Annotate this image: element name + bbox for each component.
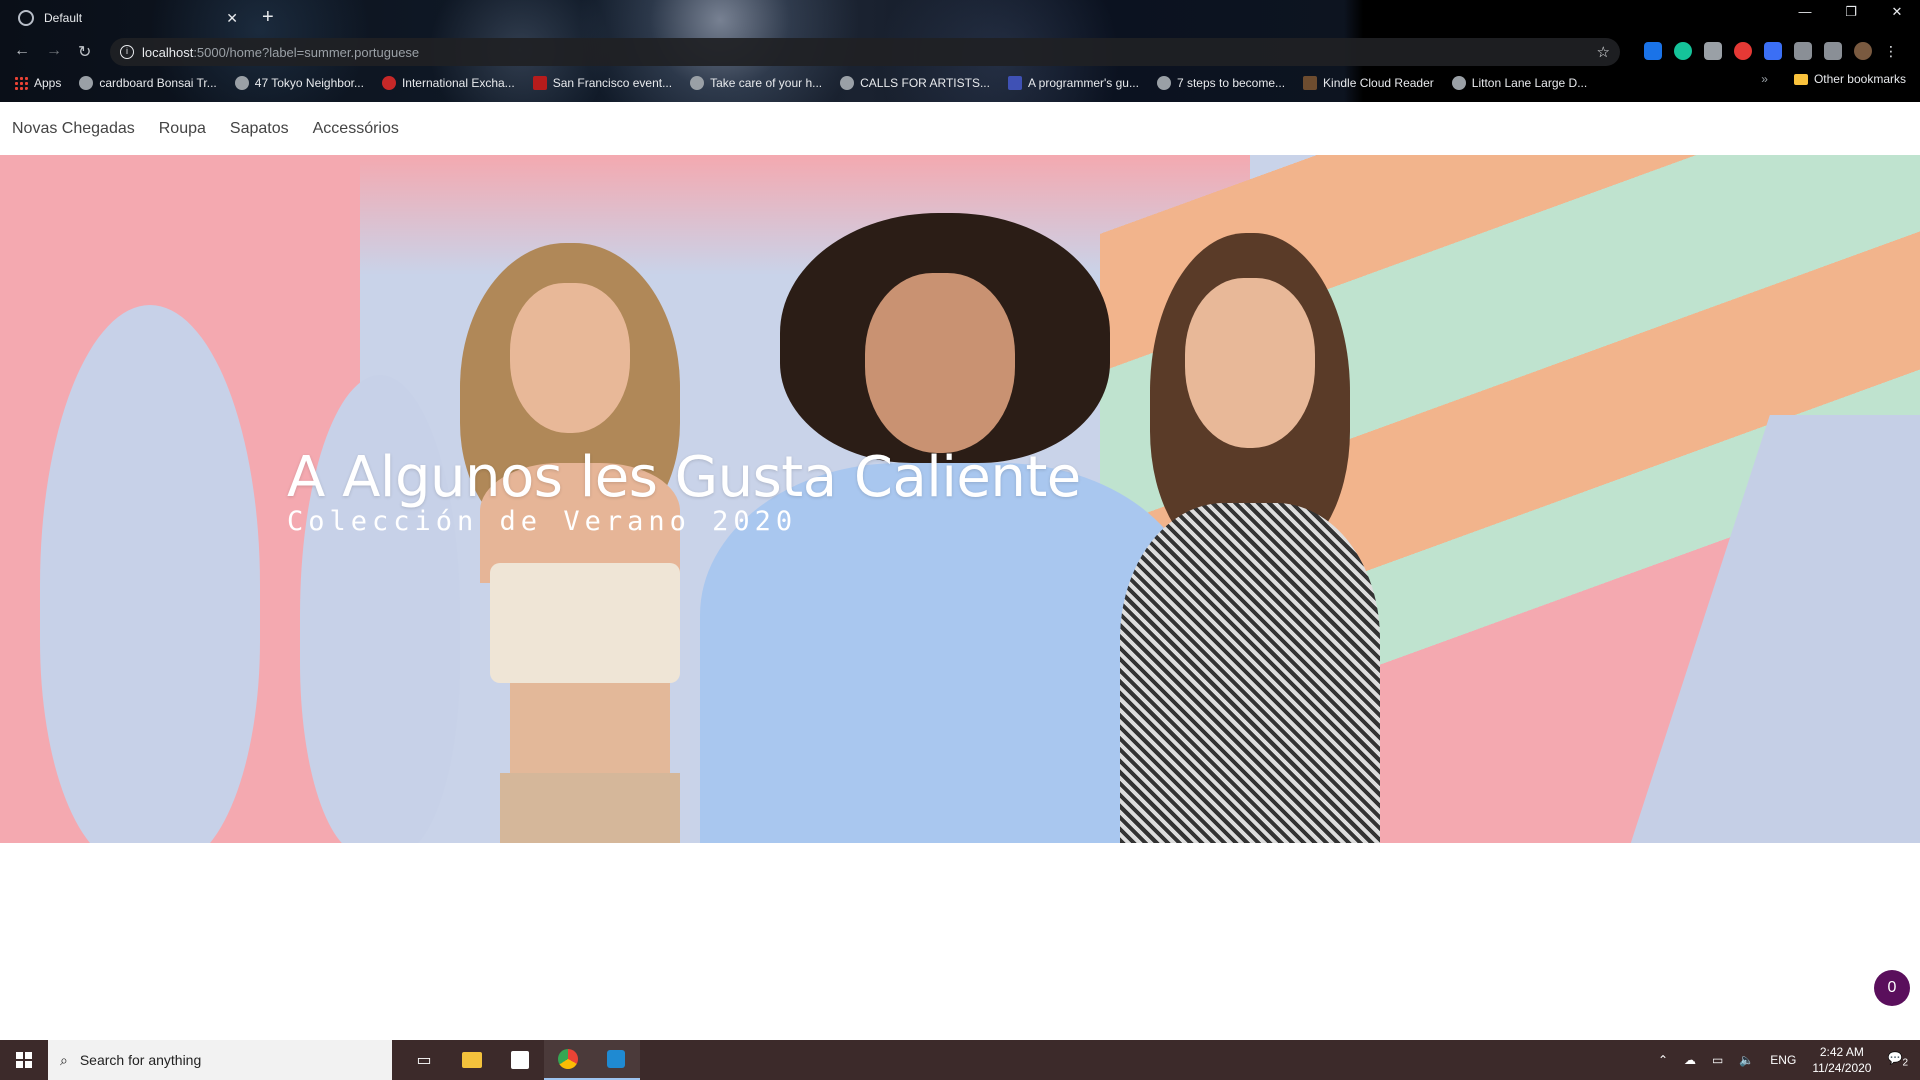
url-host: localhost xyxy=(142,44,194,60)
bookmark-favicon-icon xyxy=(532,76,547,90)
chevron-up-icon[interactable]: ⌃ xyxy=(1658,1053,1668,1067)
hero-banner: A Algunos les Gusta Caliente Colección d… xyxy=(0,155,1920,843)
bookmark-item[interactable]: 47 Tokyo Neighbor... xyxy=(234,76,364,90)
hero-title: A Algunos les Gusta Caliente xyxy=(287,445,1081,510)
site-info-icon[interactable]: i xyxy=(120,45,134,59)
bookmark-item[interactable]: International Excha... xyxy=(381,76,515,90)
bookmark-item[interactable]: A programmer's gu... xyxy=(1007,76,1139,90)
notification-count: 2 xyxy=(1902,1057,1908,1069)
nav-item-roupa[interactable]: Roupa xyxy=(159,120,206,138)
tab-close-icon[interactable]: ✕ xyxy=(226,10,238,27)
globe-icon xyxy=(234,76,249,90)
minimize-icon[interactable]: — xyxy=(1782,4,1828,20)
reading-list-icon[interactable] xyxy=(1824,42,1842,60)
bookmarks-bar: Apps cardboard Bonsai Tr... 47 Tokyo Nei… xyxy=(0,72,1920,94)
menu-icon[interactable]: ⋮ xyxy=(1884,43,1898,60)
store-icon[interactable] xyxy=(496,1040,544,1080)
extension-icon[interactable] xyxy=(1704,42,1722,60)
hero-model-right xyxy=(1100,203,1420,843)
apps-grid-icon xyxy=(14,76,28,90)
bookmark-item[interactable]: Take care of your h... xyxy=(690,76,822,90)
taskbar-search-placeholder: Search for anything xyxy=(79,1052,202,1068)
other-bookmarks[interactable]: » Other bookmarks xyxy=(1761,72,1906,86)
bookmark-star-icon[interactable]: ☆ xyxy=(1597,43,1610,61)
clock-date: 11/24/2020 xyxy=(1812,1061,1872,1075)
browser-toolbar: ← → ↻ i localhost :5000/home?label=summe… xyxy=(0,38,1920,66)
windows-logo-icon xyxy=(16,1052,32,1068)
window-controls: — ❐ ✕ xyxy=(1782,4,1920,20)
restore-icon[interactable]: ❐ xyxy=(1828,4,1874,20)
clock[interactable]: 2:42 AM 11/24/2020 xyxy=(1812,1044,1871,1076)
url-path: :5000/home?label=summer.portuguese xyxy=(193,44,420,60)
globe-icon xyxy=(690,76,705,90)
hero-text: A Algunos les Gusta Caliente Colección d… xyxy=(287,445,1081,537)
extensions-area: ⋮ xyxy=(1644,42,1898,60)
file-explorer-icon[interactable] xyxy=(448,1040,496,1080)
start-button[interactable] xyxy=(0,1040,48,1080)
tab-strip: Default ✕ + — ❐ ✕ xyxy=(0,0,1920,34)
system-tray: ⌃ ☁ ▭ 🔈 ENG 2:42 AM 11/24/2020 💬2 xyxy=(1658,1044,1920,1076)
address-bar[interactable]: i localhost :5000/home?label=summer.port… xyxy=(110,38,1620,66)
bookmark-favicon-icon xyxy=(1007,76,1022,90)
bookmark-item[interactable]: Litton Lane Large D... xyxy=(1451,76,1587,90)
browser-chrome: Default ✕ + — ❐ ✕ ← → ↻ i localhost :500… xyxy=(0,0,1920,102)
language-indicator[interactable]: ENG xyxy=(1770,1053,1796,1067)
nav-item-novas-chegadas[interactable]: Novas Chegadas xyxy=(12,120,135,138)
nav-item-sapatos[interactable]: Sapatos xyxy=(230,120,289,138)
kindle-icon xyxy=(1303,76,1318,90)
globe-icon xyxy=(79,76,94,90)
forward-icon[interactable]: → xyxy=(46,42,62,60)
battery-icon[interactable]: ▭ xyxy=(1712,1053,1723,1067)
new-tab-button[interactable]: + xyxy=(262,6,274,29)
chevron-double-right-icon[interactable]: » xyxy=(1761,72,1768,86)
cart-count-badge[interactable]: 0 xyxy=(1874,970,1910,1006)
tab-title: Default xyxy=(44,11,83,25)
notification-icon[interactable]: 💬2 xyxy=(1887,1051,1908,1068)
hero-subtitle: Colección de Verano 2020 xyxy=(287,506,798,537)
bookmark-item[interactable]: San Francisco event... xyxy=(532,76,672,90)
browser-tab[interactable]: Default ✕ xyxy=(8,2,248,34)
task-view-icon[interactable]: ▭ xyxy=(400,1040,448,1080)
globe-icon xyxy=(1451,76,1466,90)
search-icon: ⌕ xyxy=(60,1051,68,1068)
vscode-icon[interactable] xyxy=(592,1040,640,1080)
bookmark-item[interactable]: cardboard Bonsai Tr... xyxy=(79,76,217,90)
bookmark-item[interactable]: CALLS FOR ARTISTS... xyxy=(840,76,990,90)
back-icon[interactable]: ← xyxy=(14,42,30,60)
site-nav: Novas Chegadas Roupa Sapatos Accessórios xyxy=(12,120,399,138)
globe-icon xyxy=(840,76,855,90)
clock-time: 2:42 AM xyxy=(1819,1045,1864,1059)
close-window-icon[interactable]: ✕ xyxy=(1874,4,1920,20)
bookmark-favicon-icon xyxy=(381,76,396,90)
nav-item-accessorios[interactable]: Accessórios xyxy=(313,120,399,138)
globe-icon xyxy=(1156,76,1171,90)
extension-p-icon[interactable] xyxy=(1644,42,1662,60)
web-page: Novas Chegadas Roupa Sapatos Accessórios xyxy=(0,102,1920,1040)
volume-icon[interactable]: 🔈 xyxy=(1739,1053,1754,1067)
onedrive-icon[interactable]: ☁ xyxy=(1684,1053,1696,1067)
bookmark-item[interactable]: Kindle Cloud Reader xyxy=(1303,76,1434,90)
bookmark-item[interactable]: 7 steps to become... xyxy=(1156,76,1285,90)
bookmark-apps[interactable]: Apps xyxy=(14,76,61,90)
tab-favicon-icon xyxy=(18,10,34,26)
adblock-icon[interactable] xyxy=(1734,42,1752,60)
puzzle-icon[interactable] xyxy=(1794,42,1812,60)
extension-pen-icon[interactable] xyxy=(1764,42,1782,60)
avatar[interactable] xyxy=(1854,42,1872,60)
folder-icon xyxy=(1793,73,1808,85)
reload-icon[interactable]: ↻ xyxy=(78,42,91,62)
chrome-icon[interactable] xyxy=(544,1040,592,1080)
grammarly-icon[interactable] xyxy=(1674,42,1692,60)
windows-taskbar: ⌕ Search for anything ▭ ⌃ ☁ ▭ 🔈 ENG 2:42… xyxy=(0,1040,1920,1080)
taskbar-search[interactable]: ⌕ Search for anything xyxy=(48,1040,392,1080)
hero-bg-brush xyxy=(40,305,260,843)
